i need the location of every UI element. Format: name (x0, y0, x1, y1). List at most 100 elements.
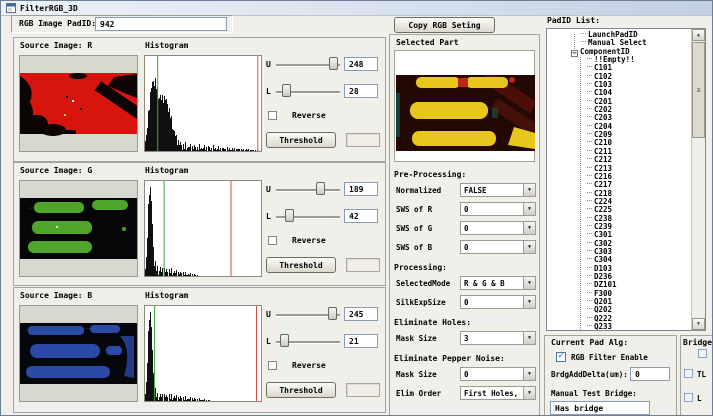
tree-item[interactable]: D103 (549, 265, 691, 273)
tree-item[interactable]: Q201 (549, 298, 691, 306)
param-dropdown[interactable]: 0 ▼ (460, 202, 536, 216)
filterrgb-window: FilterRGB_3D RGB Image PadID: Copy RGB S… (0, 0, 713, 416)
tree-item[interactable]: C211 (549, 148, 691, 156)
dropdown-arrow-icon[interactable]: ▼ (523, 222, 535, 234)
upper-slider[interactable] (276, 57, 340, 71)
upper-slider-thumb[interactable] (329, 57, 338, 70)
tree-item[interactable]: C238 (549, 215, 691, 223)
tree-item[interactable]: C101 (549, 64, 691, 72)
scrollbar-thumb[interactable]: ≡ (692, 42, 705, 138)
reverse-checkbox[interactable] (268, 236, 277, 245)
param-row: SelectedMode R & G & B ▼ (394, 275, 536, 294)
lower-slider[interactable] (276, 334, 340, 348)
tree-item[interactable]: C217 (549, 181, 691, 189)
tree-item[interactable]: C103 (549, 81, 691, 89)
bridge-delta-input[interactable] (630, 367, 670, 381)
tree-item[interactable]: C224 (549, 198, 691, 206)
scroll-down-icon: ▼ (697, 321, 700, 327)
param-dropdown[interactable]: 3 ▼ (460, 331, 536, 345)
bridge-tl-label: TL (697, 370, 706, 379)
reverse-checkbox[interactable] (268, 361, 277, 370)
threshold-button[interactable]: Threshold (266, 382, 336, 398)
tree-item[interactable]: Q202 (549, 306, 691, 314)
dropdown-arrow-icon[interactable]: ▼ (523, 241, 535, 253)
bridge-checkbox[interactable] (698, 349, 707, 358)
section-title: Processing: (394, 263, 536, 275)
param-dropdown[interactable]: First Holes, ▼ (460, 386, 536, 400)
tree-item[interactable]: C210 (549, 139, 691, 147)
param-dropdown[interactable]: R & G & B ▼ (460, 276, 536, 290)
bridge-l-checkbox[interactable] (684, 393, 693, 402)
tree-item[interactable]: C102 (549, 73, 691, 81)
bridge-panel: Bridge TL L (680, 335, 713, 416)
upper-value-input[interactable] (344, 57, 378, 71)
param-row: Mask Size 0 ▼ (394, 366, 536, 385)
padid-tree-scrollbar[interactable]: ▲ ≡ ▼ (691, 29, 705, 330)
lower-slider-thumb[interactable] (285, 209, 294, 222)
copy-rgb-setting-button[interactable]: Copy RGB Seting (394, 17, 495, 33)
param-dropdown[interactable]: 0 ▼ (460, 295, 536, 309)
tree-item[interactable]: C204 (549, 123, 691, 131)
dropdown-arrow-icon[interactable]: ▼ (523, 368, 535, 380)
dropdown-arrow-icon[interactable]: ▼ (523, 296, 535, 308)
lower-slider-thumb[interactable] (280, 334, 289, 347)
upper-value-input[interactable] (344, 182, 378, 196)
param-dropdown[interactable]: 0 ▼ (460, 367, 536, 381)
upper-slider-thumb[interactable] (328, 307, 337, 320)
tree-connector (587, 225, 592, 227)
tree-item[interactable]: !!Empty!! (549, 56, 691, 64)
lower-slider[interactable] (276, 84, 340, 98)
tree-item[interactable]: C212 (549, 156, 691, 164)
manual-test-bridge-input[interactable] (550, 401, 650, 415)
scroll-up-button[interactable]: ▲ (692, 29, 705, 41)
tree-item[interactable]: C213 (549, 165, 691, 173)
param-dropdown[interactable]: 0 ▼ (460, 221, 536, 235)
tree-item[interactable]: C303 (549, 248, 691, 256)
tree-item[interactable]: C225 (549, 206, 691, 214)
tree-item[interactable]: D236 (549, 273, 691, 281)
tree-item[interactable]: C203 (549, 114, 691, 122)
reverse-checkbox[interactable] (268, 111, 277, 120)
dropdown-arrow-icon[interactable]: ▼ (523, 203, 535, 215)
lower-label: L (266, 212, 271, 221)
tree-item[interactable]: C201 (549, 98, 691, 106)
upper-slider[interactable] (276, 307, 340, 321)
upper-value-input[interactable] (344, 307, 378, 321)
scroll-down-button[interactable]: ▼ (692, 318, 705, 330)
tree-item[interactable]: C202 (549, 106, 691, 114)
dropdown-arrow-icon[interactable]: ▼ (523, 277, 535, 289)
lower-value-input[interactable] (344, 209, 378, 223)
upper-slider[interactable] (276, 182, 340, 196)
param-dropdown[interactable]: 0 ▼ (460, 240, 536, 254)
rgb-filter-enable-checkbox[interactable]: ✓ (556, 352, 566, 362)
tree-item[interactable]: Q222 (549, 315, 691, 323)
threshold-button[interactable]: Threshold (266, 132, 336, 148)
tree-item[interactable]: C209 (549, 131, 691, 139)
threshold-button[interactable]: Threshold (266, 257, 336, 273)
lower-value-input[interactable] (344, 334, 378, 348)
padid-value-input[interactable] (95, 17, 227, 31)
param-row: SWS of R 0 ▼ (394, 201, 536, 220)
upper-slider-thumb[interactable] (316, 182, 325, 195)
tree-item[interactable]: DZ101 (549, 281, 691, 289)
tree-item[interactable]: C218 (549, 190, 691, 198)
lower-value-input[interactable] (344, 84, 378, 98)
param-dropdown[interactable]: FALSE ▼ (460, 183, 536, 197)
tree-item[interactable]: Q233 (549, 323, 691, 331)
tree-item[interactable]: C304 (549, 256, 691, 264)
lower-slider-thumb[interactable] (282, 84, 291, 97)
tree-item[interactable]: C104 (549, 89, 691, 97)
tree-item[interactable]: C301 (549, 231, 691, 239)
tree-item[interactable]: C216 (549, 173, 691, 181)
dropdown-arrow-icon[interactable]: ▼ (523, 184, 535, 196)
lower-slider[interactable] (276, 209, 340, 223)
upper-label: U (266, 185, 271, 194)
dropdown-arrow-icon[interactable]: ▼ (523, 332, 535, 344)
tree-item[interactable]: C302 (549, 240, 691, 248)
title-bar[interactable]: FilterRGB_3D (1, 1, 712, 16)
dropdown-arrow-icon[interactable]: ▼ (523, 387, 535, 399)
tree-item[interactable]: C239 (549, 223, 691, 231)
tree-connector (587, 58, 592, 60)
bridge-tl-checkbox[interactable] (684, 369, 693, 378)
tree-item[interactable]: F300 (549, 290, 691, 298)
